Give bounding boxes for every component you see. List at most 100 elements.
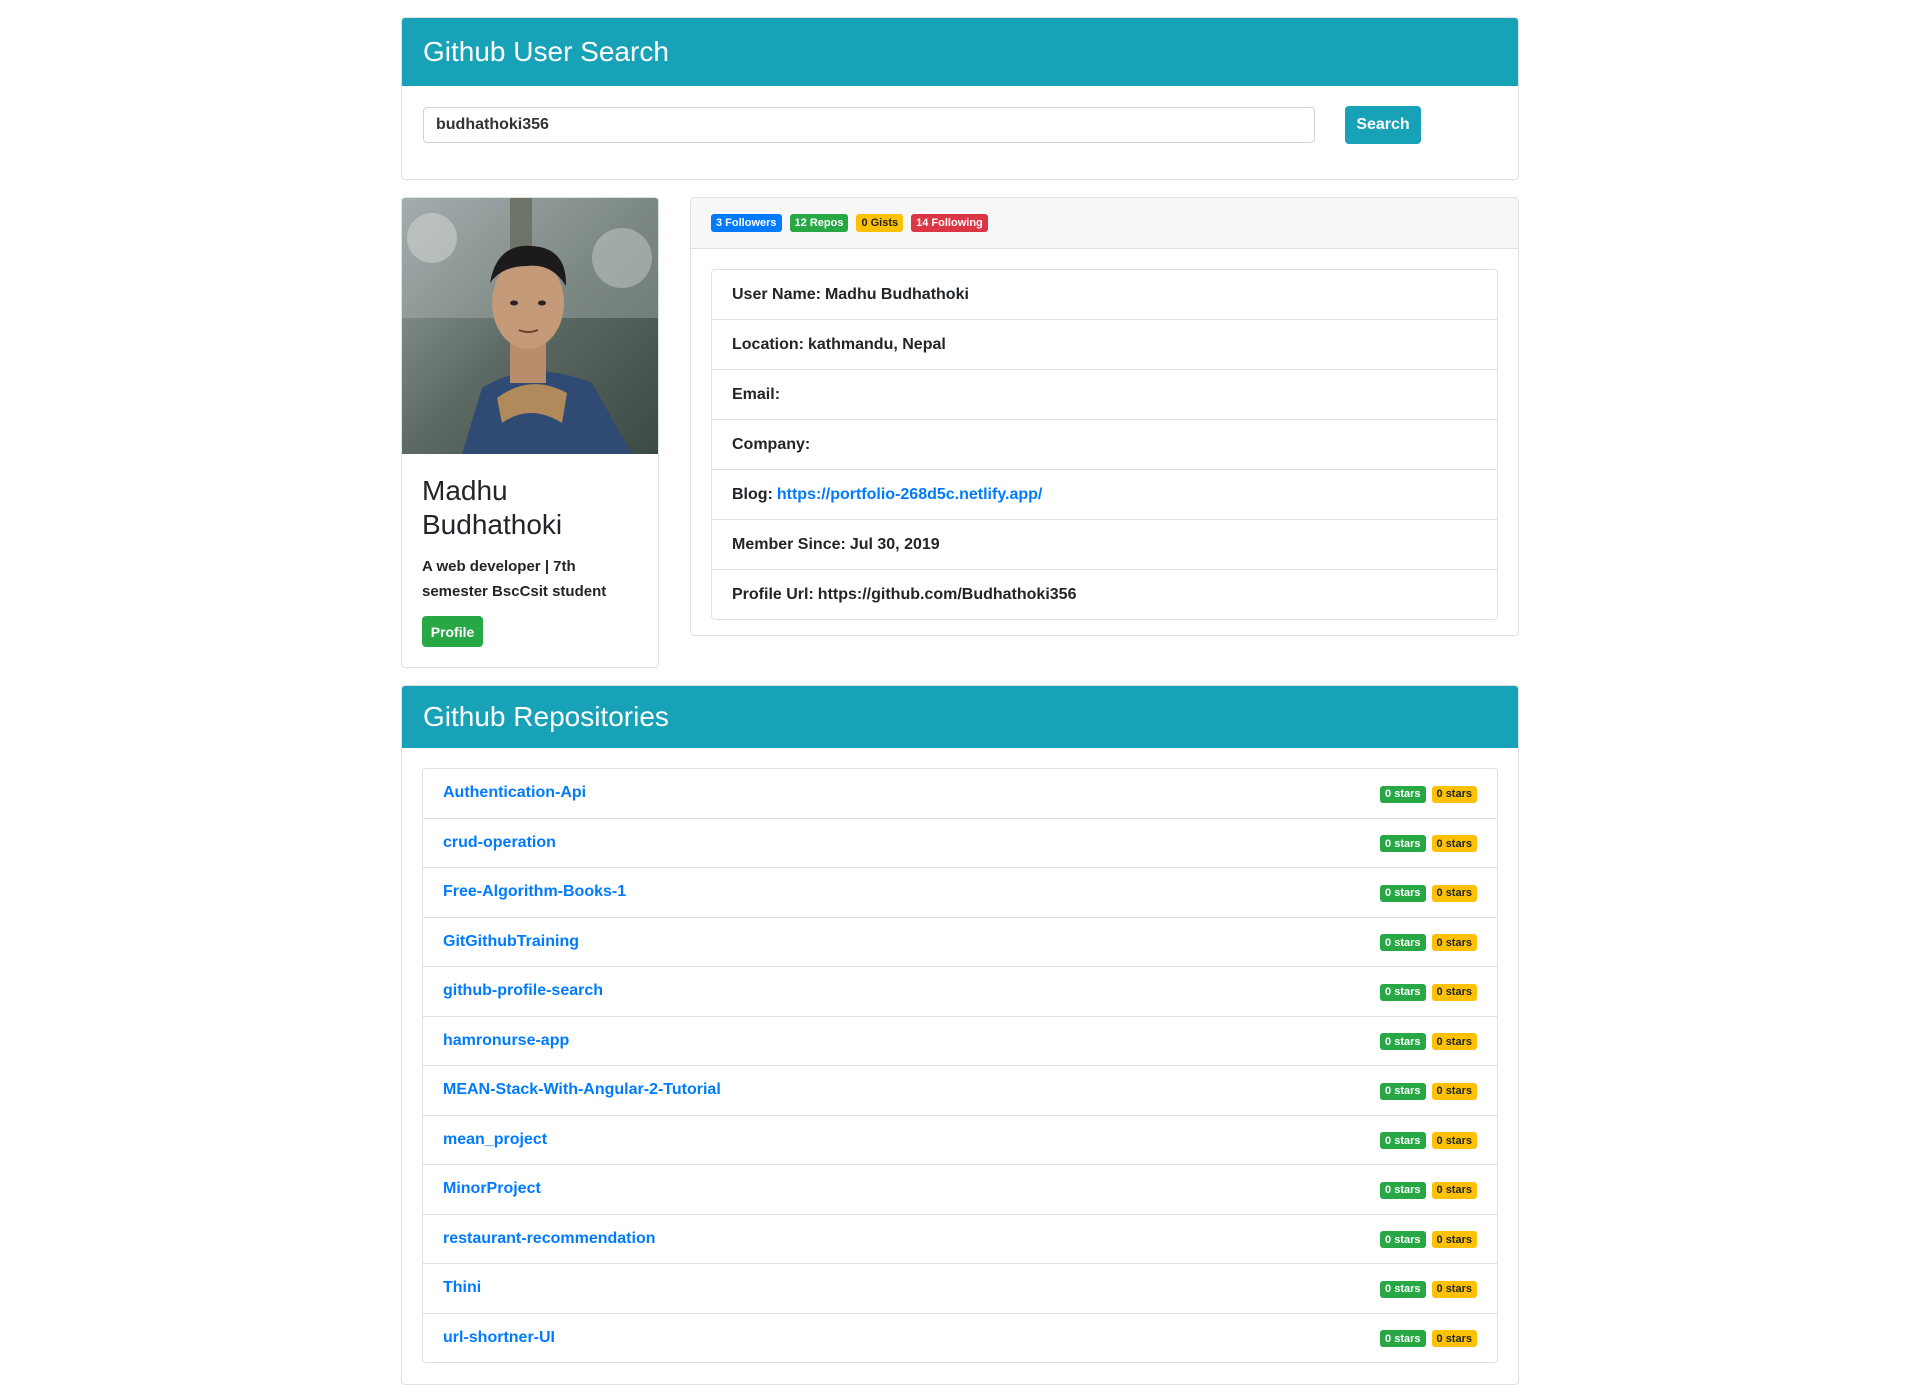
repo-stars-badge: 0 stars: [1380, 1132, 1426, 1149]
profile-url-value: https://github.com/Budhathoki356: [817, 585, 1077, 603]
repo-watchers-badge: 0 stars: [1431, 1231, 1477, 1248]
repo-badges: 0 stars 0 stars: [1374, 1081, 1477, 1100]
repo-list: Authentication-Api 0 stars 0 stars crud-ope…: [422, 768, 1498, 1363]
stats-badges: 3 Followers 12 Repos 0 Gists 14 Followin…: [691, 198, 1518, 249]
info-profile-url: Profile Url: https://github.com/Budhatho…: [712, 570, 1497, 619]
repo-stars-badge: 0 stars: [1380, 1082, 1426, 1100]
following-badge: 14 Following: [911, 214, 988, 232]
repo-list-item: Authentication-Api 0 stars 0 stars: [423, 769, 1497, 819]
repo-watchers-badge: 0 stars: [1431, 1280, 1477, 1298]
repo-watchers-badge: 0 stars: [1431, 1181, 1477, 1199]
info-location: Location: kathmandu, Nepal: [712, 320, 1497, 370]
repos-title: Github Repositories: [402, 686, 1518, 748]
location-value: kathmandu, Nepal: [808, 335, 946, 353]
page-container: Github User Search Search: [401, 17, 1519, 1385]
email-label: Email:: [732, 385, 781, 403]
info-email: Email:: [712, 370, 1497, 420]
repo-stars-badge: 0 stars: [1380, 835, 1426, 852]
info-company: Company:: [712, 420, 1497, 470]
search-input[interactable]: [423, 107, 1315, 143]
blog-label: Blog:: [732, 485, 773, 503]
repo-link[interactable]: MEAN-Stack-With-Angular-2-Tutorial: [443, 1081, 721, 1099]
repo-list-item: github-profile-search 0 stars 0 stars: [423, 967, 1497, 1017]
repo-list-item: Thini 0 stars 0 stars: [423, 1264, 1497, 1314]
member-since-value: Jul 30, 2019: [849, 535, 940, 553]
repo-stars-badge: 0 stars: [1380, 1231, 1426, 1248]
repo-watchers-badge: 0 stars: [1431, 1330, 1477, 1347]
info-card: 3 Followers 12 Repos 0 Gists 14 Followin…: [690, 197, 1519, 636]
company-label: Company:: [732, 435, 811, 453]
search-button[interactable]: Search: [1345, 106, 1421, 144]
search-card: Github User Search Search: [401, 17, 1519, 180]
search-row: Search: [402, 86, 1518, 164]
repo-watchers-badge: 0 stars: [1431, 835, 1477, 852]
repo-stars-badge: 0 stars: [1380, 1181, 1426, 1199]
repo-stars-badge: 0 stars: [1380, 884, 1426, 902]
repo-stars-badge: 0 stars: [1380, 785, 1426, 803]
repo-list-item: GitGithubTraining 0 stars 0 stars: [423, 918, 1497, 967]
profile-area: Madhu Budhathoki A web developer | 7th s…: [401, 197, 1519, 687]
repo-watchers-badge: 0 stars: [1431, 785, 1477, 803]
repo-watchers-badge: 0 stars: [1431, 934, 1477, 951]
repo-list-item: crud-operation 0 stars 0 stars: [423, 819, 1497, 868]
repo-watchers-badge: 0 stars: [1431, 1132, 1477, 1149]
repo-badges: 0 stars 0 stars: [1374, 1131, 1477, 1149]
info-username: User Name: Madhu Budhathoki: [712, 270, 1497, 320]
repo-link[interactable]: hamronurse-app: [443, 1032, 569, 1050]
repo-list-item: url-shortner-UI 0 stars 0 stars: [423, 1314, 1497, 1363]
repos-badge: 12 Repos: [789, 214, 849, 232]
repo-stars-badge: 0 stars: [1380, 1280, 1426, 1298]
repo-link[interactable]: crud-operation: [443, 834, 556, 852]
repo-list-item: Free-Algorithm-Books-1 0 stars 0 stars: [423, 868, 1497, 918]
repo-list-item: hamronurse-app 0 stars 0 stars: [423, 1017, 1497, 1066]
repo-link[interactable]: Thini: [443, 1279, 481, 1297]
repo-stars-badge: 0 stars: [1380, 1033, 1426, 1050]
repo-badges: 0 stars 0 stars: [1374, 1329, 1477, 1347]
repo-stars-badge: 0 stars: [1380, 934, 1426, 951]
repo-watchers-badge: 0 stars: [1431, 1082, 1477, 1100]
followers-badge: 3 Followers: [711, 214, 782, 232]
repo-badges: 0 stars 0 stars: [1374, 1032, 1477, 1050]
repo-badges: 0 stars 0 stars: [1374, 982, 1477, 1001]
repo-badges: 0 stars 0 stars: [1374, 834, 1477, 852]
location-label: Location:: [732, 335, 804, 353]
avatar: [402, 198, 658, 454]
avatar-card: Madhu Budhathoki A web developer | 7th s…: [401, 197, 659, 668]
app-title: Github User Search: [402, 18, 1518, 86]
repo-badges: 0 stars 0 stars: [1374, 784, 1477, 803]
repos-card: Github Repositories Authentication-Api 0 …: [401, 685, 1519, 1385]
repo-badges: 0 stars 0 stars: [1374, 1230, 1477, 1248]
info-blog: Blog: https://portfolio-268d5c.netlify.a…: [712, 470, 1497, 520]
repo-link[interactable]: GitGithubTraining: [443, 933, 579, 951]
profile-bio: A web developer | 7th semester BscCsit s…: [422, 558, 607, 600]
repo-list-item: mean_project 0 stars 0 stars: [423, 1116, 1497, 1165]
repo-badges: 0 stars 0 stars: [1374, 883, 1477, 902]
repo-link[interactable]: mean_project: [443, 1131, 547, 1149]
repo-list-item: MinorProject 0 stars 0 stars: [423, 1165, 1497, 1215]
profile-button[interactable]: Profile: [422, 616, 483, 647]
info-member-since: Member Since: Jul 30, 2019: [712, 520, 1497, 570]
repo-badges: 0 stars 0 stars: [1374, 933, 1477, 951]
repo-list-item: MEAN-Stack-With-Angular-2-Tutorial 0 star…: [423, 1066, 1497, 1116]
repo-watchers-badge: 0 stars: [1431, 1033, 1477, 1050]
username-value: Madhu Budhathoki: [824, 285, 969, 303]
repo-link[interactable]: MinorProject: [443, 1180, 541, 1198]
repo-link[interactable]: Authentication-Api: [443, 784, 586, 802]
repo-link[interactable]: Free-Algorithm-Books-1: [443, 883, 626, 901]
info-list: User Name: Madhu Budhathoki Location: ka…: [711, 269, 1498, 620]
repo-watchers-badge: 0 stars: [1431, 884, 1477, 902]
username-label: User Name:: [732, 285, 821, 303]
profile-url-label: Profile Url:: [732, 585, 814, 603]
repo-stars-badge: 0 stars: [1380, 983, 1426, 1001]
blog-link[interactable]: https://portfolio-268d5c.netlify.app/: [777, 486, 1043, 504]
gists-badge: 0 Gists: [856, 214, 904, 232]
repo-link[interactable]: restaurant-recommendation: [443, 1230, 656, 1248]
avatar-body: Madhu Budhathoki A web developer | 7th s…: [402, 454, 658, 667]
profile-name: Madhu Budhathoki: [422, 475, 563, 540]
member-since-label: Member Since:: [732, 535, 846, 553]
repo-badges: 0 stars 0 stars: [1374, 1279, 1477, 1298]
repo-link[interactable]: github-profile-search: [443, 982, 603, 1000]
repo-watchers-badge: 0 stars: [1431, 983, 1477, 1001]
repo-list-item: restaurant-recommendation 0 stars 0 stars: [423, 1215, 1497, 1264]
repo-link[interactable]: url-shortner-UI: [443, 1329, 555, 1347]
